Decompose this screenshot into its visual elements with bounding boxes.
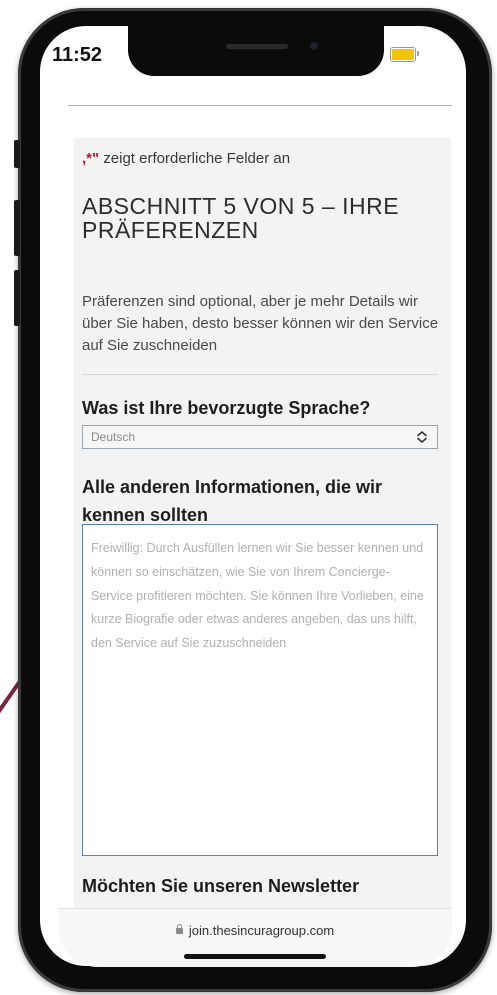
required-star: ,*" [82, 150, 100, 167]
info-question-label: Alle anderen Informationen, die wir kenn… [82, 477, 383, 525]
info-textarea-placeholder: Freiwillig: Durch Ausfüllen lernen wir S… [91, 541, 424, 651]
phone-volume-up [14, 200, 20, 256]
language-question-label: Was ist Ihre bevorzugte Sprache? [82, 398, 371, 418]
select-chevron-icon [417, 431, 427, 443]
phone-volume-down [14, 270, 20, 326]
required-note-text: zeigt erforderliche Felder an [99, 150, 291, 167]
info-textarea[interactable]: Freiwillig: Durch Ausfüllen lernen wir S… [82, 524, 438, 856]
language-select[interactable]: Deutsch [82, 425, 438, 449]
phone-mute-switch [14, 140, 20, 168]
phone-notch [128, 26, 384, 76]
url-text: join.thesincuragroup.com [188, 923, 335, 938]
speaker-grille [226, 44, 288, 49]
newsletter-question-label: Möchten Sie unseren Newsletter [82, 876, 360, 896]
url-display[interactable]: join.thesincuragroup.com [58, 923, 452, 938]
home-indicator[interactable] [184, 954, 326, 959]
section-divider [82, 374, 438, 375]
status-time: 11:52 [52, 44, 103, 66]
section-title: ABSCHNITT 5 VON 5 – IHRE PRÄFERENZEN [82, 193, 400, 243]
required-fields-note: ,*" zeigt erforderliche Felder an [82, 150, 290, 167]
language-select-value: Deutsch [91, 430, 136, 444]
header-divider [68, 105, 452, 106]
section-intro: Präferenzen sind optional, aber je mehr … [82, 293, 439, 354]
lock-icon [175, 924, 183, 934]
battery-icon [390, 47, 420, 62]
front-camera [310, 42, 318, 50]
